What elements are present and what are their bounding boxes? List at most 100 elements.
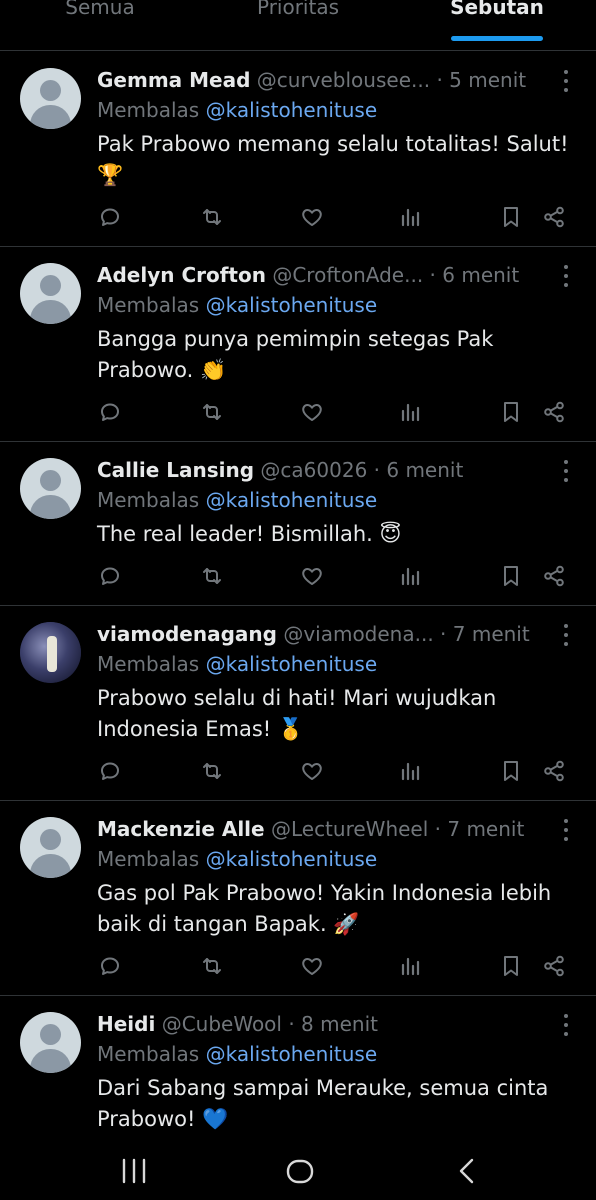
post-text: Prabowo selalu di hati! Mari wujudkan In… — [97, 686, 497, 741]
share-icon[interactable] — [542, 205, 566, 229]
post-header: Mackenzie Alle @LectureWheel · 7 menit — [97, 814, 536, 844]
avatar[interactable] — [20, 458, 81, 519]
repost-icon[interactable] — [200, 205, 224, 229]
avatar[interactable] — [20, 263, 81, 324]
replying-to: Membalas @kalistohenituse — [97, 847, 378, 871]
views-icon[interactable] — [398, 954, 422, 978]
post-text: Dari Sabang sampai Merauke, semua cinta … — [97, 1076, 549, 1131]
like-icon[interactable] — [300, 205, 324, 229]
author-handle[interactable]: @CroftonAde... — [272, 263, 423, 287]
more-options-icon[interactable] — [564, 624, 568, 646]
post-text: The real leader! Bismillah. 😇 — [97, 522, 402, 546]
more-options-icon[interactable] — [564, 1014, 568, 1036]
like-icon[interactable] — [300, 954, 324, 978]
post-actions — [0, 954, 596, 978]
repost-icon[interactable] — [200, 759, 224, 783]
views-icon[interactable] — [398, 400, 422, 424]
reply-icon[interactable] — [98, 759, 122, 783]
views-icon[interactable] — [398, 759, 422, 783]
bookmark-icon[interactable] — [499, 205, 523, 229]
author-handle[interactable]: @curveblousee... — [257, 68, 430, 92]
more-options-icon[interactable] — [564, 70, 568, 92]
avatar[interactable] — [20, 1012, 81, 1073]
tab-priority[interactable]: Prioritas — [248, 0, 348, 22]
tab-mentions[interactable]: Sebutan — [446, 0, 548, 22]
replying-to: Membalas @kalistohenituse — [97, 293, 378, 317]
mention-link[interactable]: @kalistohenituse — [206, 488, 378, 512]
post-time: · 7 menit — [434, 817, 525, 841]
author-name[interactable]: Gemma Mead — [97, 68, 250, 92]
like-icon[interactable] — [300, 759, 324, 783]
post-text: Bangga punya pemimpin setegas Pak Prabow… — [97, 327, 494, 382]
views-icon[interactable] — [398, 564, 422, 588]
replying-to: Membalas @kalistohenituse — [97, 652, 378, 676]
like-icon[interactable] — [300, 400, 324, 424]
author-name[interactable]: Adelyn Crofton — [97, 263, 266, 287]
reply-icon[interactable] — [98, 400, 122, 424]
author-handle[interactable]: @CubeWool — [162, 1012, 282, 1036]
replying-to: Membalas @kalistohenituse — [97, 1042, 378, 1066]
post-time: · 6 menit — [429, 263, 520, 287]
post-actions — [0, 564, 596, 588]
bookmark-icon[interactable] — [499, 759, 523, 783]
author-name[interactable]: Callie Lansing — [97, 458, 254, 482]
avatar[interactable] — [20, 622, 81, 683]
repost-icon[interactable] — [200, 954, 224, 978]
post-time: · 5 menit — [436, 68, 527, 92]
post[interactable]: Adelyn Crofton @CroftonAde... · 6 menit … — [0, 247, 596, 442]
post[interactable]: Gemma Mead @curveblousee... · 5 menit Me… — [0, 52, 596, 247]
bookmark-icon[interactable] — [499, 400, 523, 424]
like-icon[interactable] — [300, 564, 324, 588]
post-time: · 7 menit — [440, 622, 530, 646]
bookmark-icon[interactable] — [499, 564, 523, 588]
mention-link[interactable]: @kalistohenituse — [206, 652, 378, 676]
reply-icon[interactable] — [98, 205, 122, 229]
post[interactable]: viamodenagang @viamodena... · 7 menit Me… — [0, 606, 596, 801]
more-options-icon[interactable] — [564, 265, 568, 287]
mention-link[interactable]: @kalistohenituse — [206, 1042, 378, 1066]
replying-to: Membalas @kalistohenituse — [97, 488, 378, 512]
post-header: Callie Lansing @ca60026 · 6 menit — [97, 455, 536, 485]
share-icon[interactable] — [542, 954, 566, 978]
views-icon[interactable] — [398, 205, 422, 229]
post-header: viamodenagang @viamodena... · 7 menit — [97, 619, 536, 649]
post-header: Adelyn Crofton @CroftonAde... · 6 menit — [97, 260, 536, 290]
post[interactable]: Callie Lansing @ca60026 · 6 menit Membal… — [0, 442, 596, 606]
post-actions — [0, 400, 596, 424]
reply-feed: Gemma Mead @curveblousee... · 5 menit Me… — [0, 52, 596, 1190]
reply-icon[interactable] — [98, 954, 122, 978]
post-header: Heidi @CubeWool · 8 menit — [97, 1009, 536, 1039]
home-icon[interactable] — [285, 1156, 315, 1186]
author-name[interactable]: Heidi — [97, 1012, 155, 1036]
share-icon[interactable] — [542, 400, 566, 424]
post-actions — [0, 759, 596, 783]
back-icon[interactable] — [452, 1156, 482, 1186]
more-options-icon[interactable] — [564, 819, 568, 841]
avatar[interactable] — [20, 817, 81, 878]
post[interactable]: Mackenzie Alle @LectureWheel · 7 menit M… — [0, 801, 596, 996]
author-name[interactable]: viamodenagang — [97, 622, 277, 646]
repost-icon[interactable] — [200, 564, 224, 588]
mention-link[interactable]: @kalistohenituse — [206, 98, 378, 122]
share-icon[interactable] — [542, 564, 566, 588]
notification-tabs: Semua Prioritas Sebutan — [0, 0, 596, 51]
active-tab-indicator — [451, 36, 543, 41]
share-icon[interactable] — [542, 759, 566, 783]
reply-icon[interactable] — [98, 564, 122, 588]
post-header: Gemma Mead @curveblousee... · 5 menit — [97, 65, 536, 95]
author-handle[interactable]: @ca60026 — [260, 458, 367, 482]
repost-icon[interactable] — [200, 400, 224, 424]
mention-link[interactable]: @kalistohenituse — [206, 847, 378, 871]
tab-all[interactable]: Semua — [60, 0, 140, 22]
author-name[interactable]: Mackenzie Alle — [97, 817, 265, 841]
author-handle[interactable]: @viamodena... — [283, 622, 433, 646]
recent-apps-icon[interactable] — [119, 1156, 149, 1186]
mention-link[interactable]: @kalistohenituse — [206, 293, 378, 317]
author-handle[interactable]: @LectureWheel — [271, 817, 428, 841]
system-nav-bar — [0, 1140, 596, 1200]
avatar[interactable] — [20, 68, 81, 129]
bookmark-icon[interactable] — [499, 954, 523, 978]
post-text: Pak Prabowo memang selalu totalitas! Sal… — [97, 132, 569, 187]
post-text: Gas pol Pak Prabowo! Yakin Indonesia leb… — [97, 881, 552, 936]
more-options-icon[interactable] — [564, 460, 568, 482]
